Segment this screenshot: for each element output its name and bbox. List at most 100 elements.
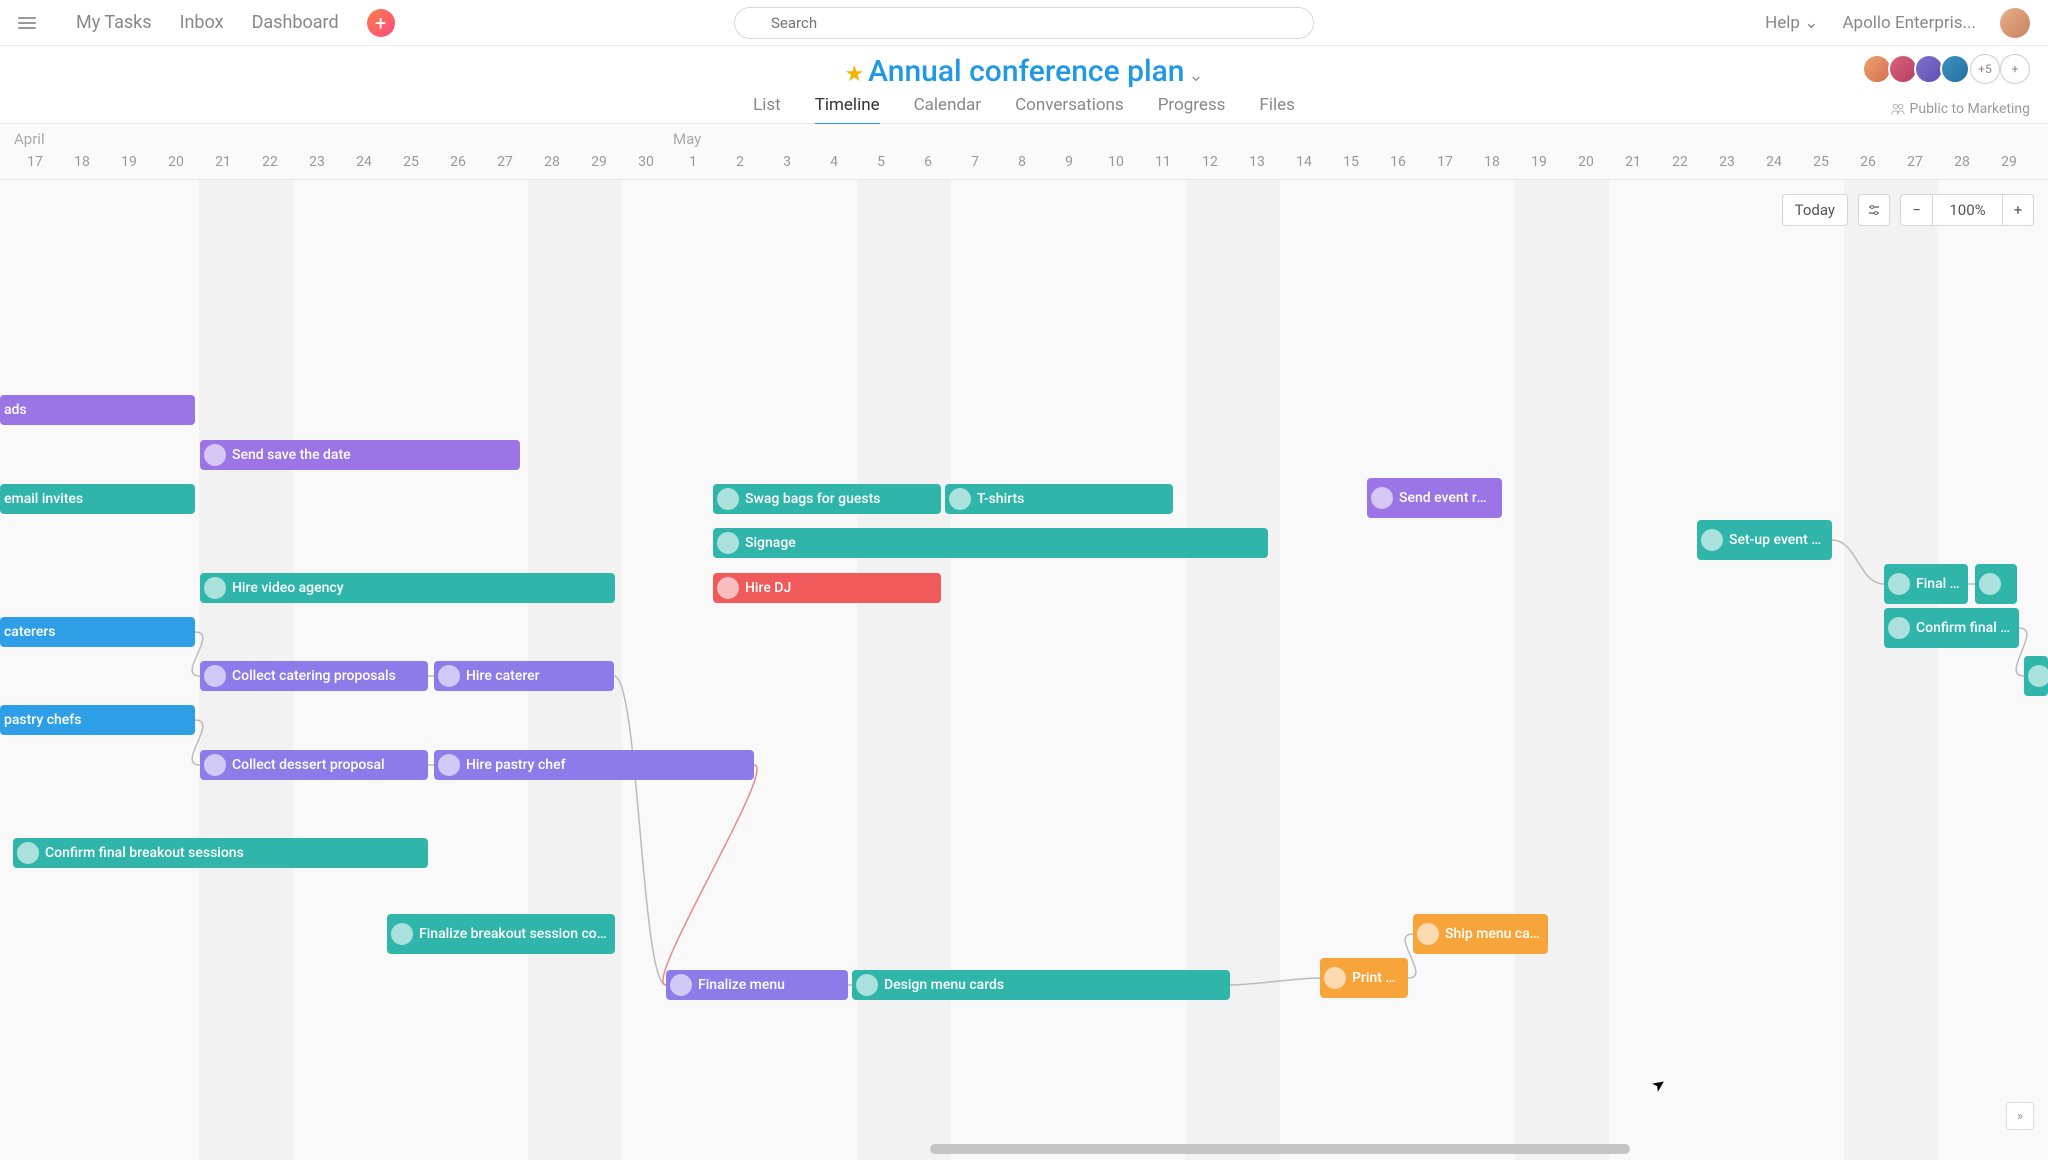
weekend-shade	[1844, 180, 1938, 1160]
weekend-shade	[1515, 180, 1609, 1160]
member-overflow[interactable]: +5	[1970, 54, 2000, 84]
task-bar-confirm-final[interactable]: Confirm final details	[1884, 608, 2019, 648]
day-label: 22	[1672, 154, 1688, 170]
mouse-cursor: ➤	[1648, 1073, 1670, 1096]
tab-progress[interactable]: Progress	[1158, 95, 1226, 126]
day-label: 2	[736, 154, 744, 170]
task-bar-swag[interactable]: Swag bags for guests	[713, 484, 941, 514]
task-bar-pastry-chefs[interactable]: pastry chefs	[0, 705, 195, 735]
task-bar-email-invites[interactable]: email invites	[0, 484, 195, 514]
zoom-level: 100%	[1932, 194, 2002, 226]
task-bar-dessert-prop[interactable]: Collect dessert proposal	[200, 750, 428, 780]
assignee-avatar	[670, 974, 692, 996]
task-bar-hire-caterer[interactable]: Hire caterer	[434, 661, 614, 691]
task-bar-tshirts[interactable]: T-shirts	[945, 484, 1173, 514]
star-icon[interactable]: ★	[844, 62, 864, 87]
day-label: 30	[638, 154, 654, 170]
day-label: 21	[1625, 154, 1641, 170]
assignee-avatar	[717, 577, 739, 599]
settings-icon[interactable]	[1858, 194, 1890, 226]
task-bar-breakout-content[interactable]: Finalize breakout session content	[387, 914, 615, 954]
day-label: 16	[1390, 154, 1406, 170]
task-label: Collect dessert proposal	[232, 757, 385, 773]
date-ruler: AprilMay17181920212223242526272829301234…	[0, 124, 2048, 180]
task-bar-save-date[interactable]: Send save the date	[200, 440, 520, 470]
task-bar-tealslice[interactable]	[2024, 656, 2048, 696]
day-label: 23	[309, 154, 325, 170]
search-input[interactable]	[734, 7, 1314, 39]
help-menu[interactable]: Help ⌄	[1765, 13, 1818, 33]
day-label: 8	[1018, 154, 1026, 170]
task-bar-signage[interactable]: Signage	[713, 528, 1268, 558]
day-label: 21	[215, 154, 231, 170]
tab-calendar[interactable]: Calendar	[914, 95, 981, 126]
search-wrap	[734, 7, 1314, 39]
task-bar-ads[interactable]: ads	[0, 395, 195, 425]
task-label: ads	[4, 402, 27, 418]
task-bar-final-menu[interactable]: Finalize menu	[666, 970, 848, 1000]
nav-my-tasks[interactable]: My Tasks	[76, 12, 152, 33]
task-bar-breakout[interactable]: Confirm final breakout sessions	[13, 838, 428, 868]
assignee-avatar	[1701, 529, 1723, 551]
tab-files[interactable]: Files	[1259, 95, 1294, 126]
task-label: Design menu cards	[884, 977, 1004, 993]
assignee-avatar	[717, 532, 739, 554]
tab-timeline[interactable]: Timeline	[815, 95, 880, 126]
day-label: 19	[1531, 154, 1547, 170]
task-bar-reminder[interactable]: Send event reminder	[1367, 478, 1502, 518]
day-label: 4	[830, 154, 838, 170]
task-bar-ship-cards[interactable]: Ship menu cards to...	[1413, 914, 1548, 954]
day-label: 10	[1108, 154, 1124, 170]
task-bar-setup[interactable]: Set-up event space	[1697, 520, 1832, 560]
tab-conversations[interactable]: Conversations	[1015, 95, 1124, 126]
add-button[interactable]: +	[367, 9, 395, 37]
assignee-avatar	[391, 923, 413, 945]
day-label: 27	[1907, 154, 1923, 170]
chevron-down-icon[interactable]: ⌄	[1188, 65, 1203, 86]
month-label: May	[673, 130, 701, 148]
horizontal-scrollbar[interactable]	[0, 1144, 2048, 1154]
day-label: 12	[1202, 154, 1218, 170]
task-bar-hire-video[interactable]: Hire video agency	[200, 573, 615, 603]
day-label: 29	[591, 154, 607, 170]
task-bar-final-event[interactable]: Final event...	[1884, 564, 1968, 604]
assignee-avatar	[204, 754, 226, 776]
user-avatar[interactable]	[2000, 8, 2030, 38]
task-bar-hire-pastry[interactable]: Hire pastry chef	[434, 750, 754, 780]
tab-list[interactable]: List	[753, 95, 781, 126]
weekend-shade	[857, 180, 951, 1160]
project-title[interactable]: Annual conference plan	[868, 54, 1184, 89]
org-menu[interactable]: Apollo Enterpris...	[1842, 13, 1976, 33]
task-bar-hire-dj[interactable]: Hire DJ	[713, 573, 941, 603]
timeline-canvas[interactable]: Today − 100% + » ➤ ads Send save the date…	[0, 180, 2048, 1160]
member-avatar[interactable]	[1940, 54, 1970, 84]
task-label: Collect catering proposals	[232, 668, 396, 684]
task-bar-print-menu[interactable]: Print menu...	[1320, 958, 1408, 998]
weekend-shade	[1186, 180, 1280, 1160]
day-label: 28	[544, 154, 560, 170]
task-label: Finalize breakout session content	[419, 926, 607, 942]
today-button[interactable]: Today	[1782, 194, 1848, 226]
task-bar-final-event2[interactable]	[1975, 564, 2017, 604]
add-member-button[interactable]: +	[2000, 54, 2030, 84]
task-label: Finalize menu	[698, 977, 785, 993]
zoom-in-button[interactable]: +	[2002, 194, 2034, 226]
assignee-avatar	[1371, 487, 1393, 509]
scrollbar-thumb[interactable]	[930, 1144, 1630, 1154]
task-label: Confirm final breakout sessions	[45, 845, 244, 861]
task-label: Final event...	[1916, 576, 1960, 592]
nav-inbox[interactable]: Inbox	[180, 12, 224, 33]
day-label: 11	[1155, 154, 1171, 170]
nav-dashboard[interactable]: Dashboard	[252, 12, 339, 33]
task-bar-caterers[interactable]: caterers	[0, 617, 195, 647]
task-bar-design-cards[interactable]: Design menu cards	[852, 970, 1230, 1000]
task-bar-catering-prop[interactable]: Collect catering proposals	[200, 661, 428, 691]
day-label: 7	[971, 154, 979, 170]
assignee-avatar	[717, 488, 739, 510]
privacy-toggle[interactable]: Public to Marketing	[1891, 101, 2030, 117]
collapse-button[interactable]: »	[2006, 1102, 2034, 1130]
menu-icon[interactable]	[18, 17, 36, 29]
assignee-avatar	[204, 444, 226, 466]
assignee-avatar	[2028, 665, 2048, 687]
zoom-out-button[interactable]: −	[1900, 194, 1932, 226]
